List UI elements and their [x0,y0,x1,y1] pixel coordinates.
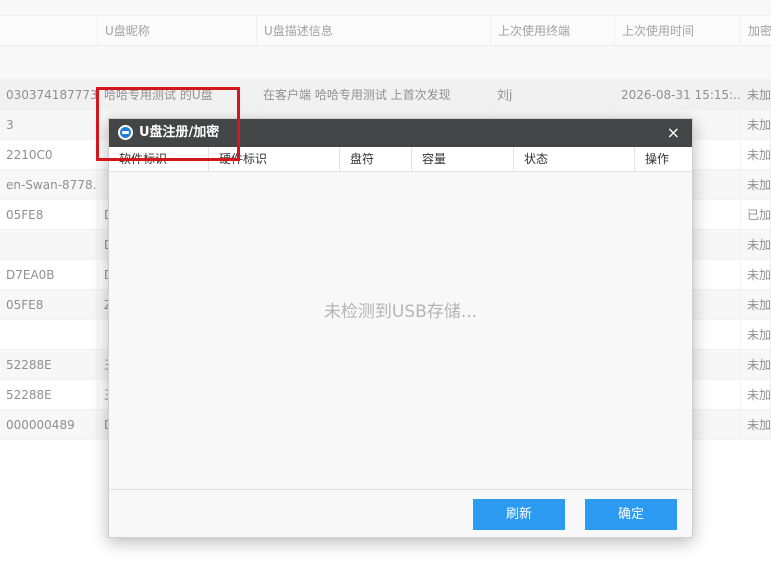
usb-register-dialog: U盘注册/加密 × 软件标识 硬件标识 盘符 容量 状态 操作 未检测到USB存… [108,118,693,538]
dialog-table-body: 未检测到USB存储... [109,172,692,489]
dialog-col-capacity[interactable]: 容量 [412,147,514,172]
ok-button[interactable]: 确定 [585,499,677,530]
dialog-col-drive-letter[interactable]: 盘符 [340,147,412,172]
dialog-col-status[interactable]: 状态 [514,147,635,172]
dialog-footer: 刷新 确定 [109,489,692,537]
highlight-annotation-box [96,87,240,161]
dialog-col-action[interactable]: 操作 [635,147,692,172]
close-icon[interactable]: × [667,119,680,147]
refresh-button[interactable]: 刷新 [473,499,565,530]
empty-message: 未检测到USB存储... [323,302,478,322]
